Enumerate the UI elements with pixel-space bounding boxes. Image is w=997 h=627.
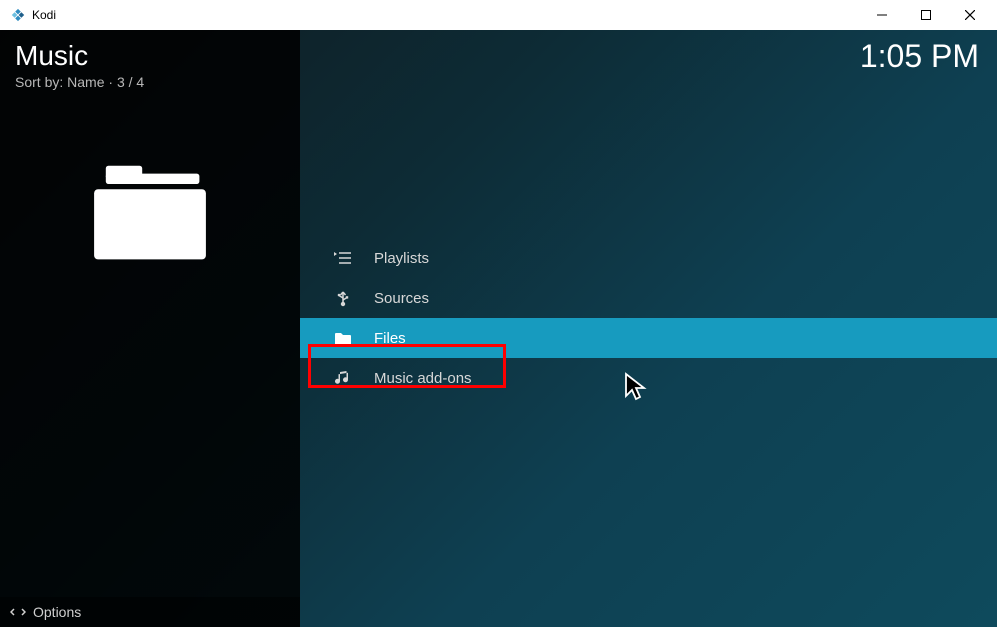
minimize-button[interactable] <box>860 0 904 30</box>
kodi-logo-icon <box>10 7 26 23</box>
sort-line[interactable]: Sort by: Name · 3 / 4 <box>15 74 285 90</box>
window-titlebar: Kodi <box>0 0 997 30</box>
usb-icon <box>330 289 356 307</box>
menu-label: Files <box>374 330 406 347</box>
sort-sep: · <box>105 74 117 90</box>
menu-label: Music add-ons <box>374 370 472 387</box>
folder-icon <box>330 331 356 346</box>
playlist-icon <box>330 251 356 265</box>
menu-item-sources[interactable]: Sources <box>300 278 997 318</box>
maximize-button[interactable] <box>904 0 948 30</box>
sort-value: Name <box>67 74 104 90</box>
options-icon <box>10 605 26 619</box>
sidebar: Music Sort by: Name · 3 / 4 Options <box>0 30 300 627</box>
menu-item-addons[interactable]: Music add-ons <box>300 358 997 398</box>
options-label: Options <box>33 604 81 620</box>
menu-label: Sources <box>374 290 429 307</box>
options-bar[interactable]: Options <box>0 597 300 627</box>
menu-item-playlists[interactable]: Playlists <box>300 238 997 278</box>
menu-list: Playlists Sources Files Music add-ons <box>300 238 997 398</box>
clock: 1:05 PM <box>860 38 979 75</box>
window-title: Kodi <box>32 8 56 22</box>
window-controls <box>860 0 992 30</box>
close-button[interactable] <box>948 0 992 30</box>
main-panel: 1:05 PM Playlists Sources Files <box>300 30 997 627</box>
music-icon <box>330 370 356 386</box>
sort-count: 3 / 4 <box>117 74 144 90</box>
menu-item-files[interactable]: Files <box>300 318 997 358</box>
page-title: Music <box>15 40 285 72</box>
sort-prefix: Sort by: <box>15 74 67 90</box>
folder-large-icon <box>85 145 215 275</box>
menu-label: Playlists <box>374 250 429 267</box>
